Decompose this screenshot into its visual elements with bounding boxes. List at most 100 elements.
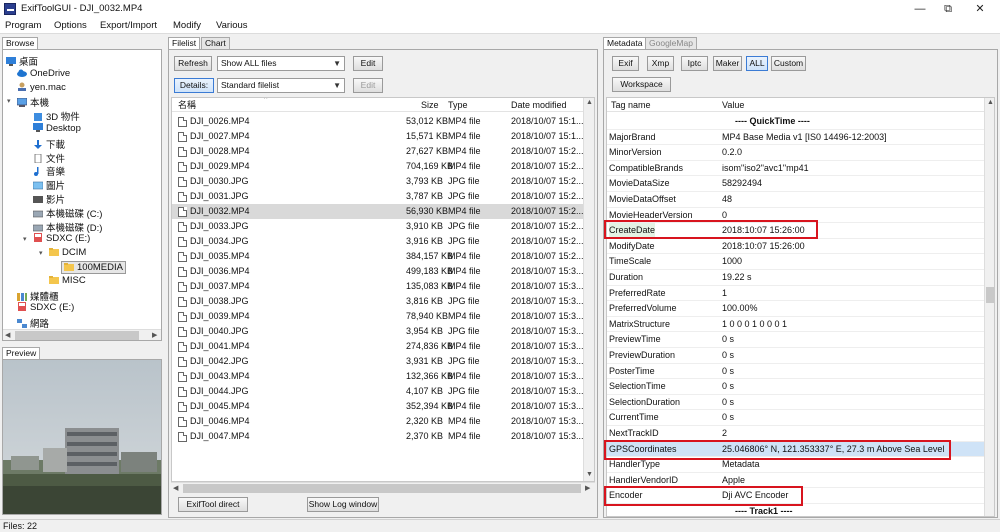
table-row[interactable]: DJI_0037.MP4 135,083 KB MP4 file 2018/10/07… <box>172 279 584 294</box>
scroll-thumb[interactable] <box>986 287 994 303</box>
table-row[interactable]: DJI_0042.JPG 3,931 KB JPG file 2018/10/07 1… <box>172 354 584 369</box>
tree-item[interactable]: 下載 <box>33 137 65 151</box>
tree-item[interactable]: 3D 物件 <box>33 109 80 123</box>
menu-various[interactable]: Various <box>216 20 248 31</box>
table-row[interactable]: DJI_0030.JPG 3,793 KB JPG file 2018/10/07 1… <box>172 174 584 189</box>
table-row[interactable]: DJI_0036.MP4 499,183 KB MP4 file 2018/10/07… <box>172 264 584 279</box>
tree-item[interactable]: Desktop <box>33 123 81 136</box>
file-list-vertical-scrollbar[interactable]: ▲ ▼ <box>583 98 594 481</box>
metadata-row[interactable]: PosterTime 0 s <box>607 364 987 380</box>
table-row[interactable]: DJI_0035.MP4 384,157 KB MP4 file 2018/10/07… <box>172 249 584 264</box>
filter-xmp-button[interactable]: Xmp <box>647 56 674 71</box>
tree-item[interactable]: 桌面 <box>6 54 38 68</box>
expand-arrow-icon[interactable]: ▾ <box>23 235 27 243</box>
file-list-horizontal-scrollbar[interactable]: ◀ ▶ <box>171 482 595 493</box>
workspace-button[interactable]: Workspace <box>612 77 671 92</box>
table-row[interactable]: DJI_0045.MP4 352,394 KB MP4 file 2018/10/07… <box>172 399 584 414</box>
filter-all-button[interactable]: ALL <box>746 56 768 71</box>
tab-googlemap[interactable]: GoogleMap <box>645 37 697 49</box>
metadata-row[interactable]: MovieDataOffset 48 <box>607 192 987 208</box>
metadata-row[interactable]: CurrentTime 0 s <box>607 410 987 426</box>
metadata-row[interactable]: MajorBrand MP4 Base Media v1 [IS0 14496-1… <box>607 130 987 146</box>
table-row[interactable]: DJI_0039.MP4 78,940 KB MP4 file 2018/10/07 … <box>172 309 584 324</box>
column-tag-name[interactable]: Tag name <box>611 98 651 112</box>
tree-item[interactable]: 本機 <box>16 95 49 109</box>
filter-exif-button[interactable]: Exif <box>612 56 639 71</box>
menu-modify[interactable]: Modify <box>173 20 201 31</box>
scroll-right-icon[interactable]: ▶ <box>585 484 590 492</box>
scroll-down-icon[interactable]: ▼ <box>586 471 593 478</box>
scroll-thumb[interactable] <box>15 331 139 340</box>
scroll-up-icon[interactable]: ▲ <box>987 99 994 106</box>
tree-item[interactable]: 本機磁碟 (D:) <box>32 220 102 234</box>
column-date-modified[interactable]: Date modified <box>511 98 567 112</box>
exiftool-direct-button[interactable]: ExifTool direct <box>178 497 248 512</box>
tree-item[interactable]: OneDrive <box>17 68 70 81</box>
table-row[interactable]: DJI_0041.MP4 274,836 KB MP4 file 2018/10/07… <box>172 339 584 354</box>
column-value[interactable]: Value <box>722 98 744 112</box>
metadata-row[interactable]: ModifyDate 2018:10:07 15:26:00 <box>607 239 987 255</box>
metadata-row[interactable]: ---- QuickTime ---- <box>607 114 987 130</box>
tree-item[interactable]: yen.mac <box>17 82 66 95</box>
menu-program[interactable]: Program <box>5 20 41 31</box>
restore-button[interactable]: ⧉ <box>934 1 962 17</box>
tree-item[interactable]: SDXC (E:) <box>33 233 90 246</box>
table-row[interactable]: DJI_0032.MP4 56,930 KB MP4 file 2018/10/07 … <box>172 204 584 219</box>
tree-item[interactable]: DCIM <box>49 247 86 260</box>
table-row[interactable]: DJI_0029.MP4 704,169 KB MP4 file 2018/10/07… <box>172 159 584 174</box>
metadata-row[interactable]: PreviewDuration 0 s <box>607 348 987 364</box>
table-row[interactable]: DJI_0034.JPG 3,916 KB JPG file 2018/10/07 1… <box>172 234 584 249</box>
filter-maker-button[interactable]: Maker <box>713 56 742 71</box>
table-row[interactable]: DJI_0027.MP4 15,571 KB MP4 file 2018/10/07 … <box>172 129 584 144</box>
metadata-row[interactable]: PreviewTime 0 s <box>607 332 987 348</box>
metadata-row[interactable]: MinorVersion 0.2.0 <box>607 145 987 161</box>
tree-item[interactable]: 音樂 <box>33 164 65 178</box>
expand-arrow-icon[interactable]: ▾ <box>7 97 11 105</box>
details-button[interactable]: Details: <box>174 78 214 93</box>
view-select[interactable]: Standard filelist ▼ <box>217 78 345 93</box>
column-size[interactable]: Size <box>421 98 439 112</box>
tree-item[interactable]: 媒體櫃 <box>17 289 59 303</box>
tree-item[interactable]: 文件 <box>33 151 65 165</box>
scroll-right-icon[interactable]: ▶ <box>152 331 157 339</box>
menu-options[interactable]: Options <box>54 20 87 31</box>
tree-item[interactable]: 影片 <box>33 192 65 206</box>
tree-item[interactable]: SDXC (E:) <box>17 302 74 315</box>
table-row[interactable]: DJI_0043.MP4 132,366 KB MP4 file 2018/10/07… <box>172 369 584 384</box>
filter-custom-button[interactable]: Custom <box>771 56 806 71</box>
scroll-left-icon[interactable]: ◀ <box>173 484 178 492</box>
metadata-row[interactable]: MatrixStructure 1 0 0 0 1 0 0 0 1 <box>607 317 987 333</box>
close-button[interactable]: ✕ <box>966 1 994 17</box>
table-row[interactable]: DJI_0047.MP4 2,370 KB MP4 file 2018/10/07 1… <box>172 429 584 444</box>
table-row[interactable]: DJI_0040.JPG 3,954 KB JPG file 2018/10/07 1… <box>172 324 584 339</box>
file-filter-select[interactable]: Show ALL files ▼ <box>217 56 345 71</box>
table-row[interactable]: DJI_0046.MP4 2,320 KB MP4 file 2018/10/07 1… <box>172 414 584 429</box>
filter-iptc-button[interactable]: Iptc <box>681 56 708 71</box>
tree-item[interactable]: 本機磁碟 (C:) <box>32 206 102 220</box>
table-row[interactable]: DJI_0028.MP4 27,627 KB MP4 file 2018/10/07 … <box>172 144 584 159</box>
file-list[interactable]: 名稱 ^ Size Type Date modified DJI_0026.MP… <box>171 97 595 482</box>
scroll-thumb[interactable] <box>183 484 581 493</box>
minimize-button[interactable]: — <box>906 1 934 17</box>
column-name[interactable]: 名稱 <box>178 98 196 112</box>
tree-item[interactable]: 圖片 <box>32 178 65 192</box>
tree-item[interactable]: MISC <box>49 275 86 288</box>
metadata-row[interactable]: TimeScale 1000 <box>607 254 987 270</box>
metadata-row[interactable]: PreferredRate 1 <box>607 286 987 302</box>
edit-filter-button[interactable]: Edit <box>353 56 383 71</box>
tab-chart[interactable]: Chart <box>201 37 230 49</box>
table-row[interactable]: DJI_0038.JPG 3,816 KB JPG file 2018/10/07 1… <box>172 294 584 309</box>
metadata-row[interactable]: PreferredVolume 100.00% <box>607 301 987 317</box>
table-row[interactable]: DJI_0033.JPG 3,910 KB JPG file 2018/10/07 1… <box>172 219 584 234</box>
tree-item[interactable]: 網路 <box>17 316 49 330</box>
scroll-up-icon[interactable]: ▲ <box>586 99 593 106</box>
table-row[interactable]: DJI_0026.MP4 53,012 KB MP4 file 2018/10/07 … <box>172 114 584 129</box>
scroll-left-icon[interactable]: ◀ <box>5 331 10 339</box>
expand-arrow-icon[interactable]: ▾ <box>39 249 43 257</box>
tree-item[interactable]: 100MEDIA <box>61 261 126 274</box>
folder-tree[interactable]: 桌面 OneDrive yen.mac ▾ 本機 3D 物件 Desktop 下載 文件 音樂 圖片… <box>2 49 162 341</box>
menu-export-import[interactable]: Export/Import <box>100 20 157 31</box>
refresh-button[interactable]: Refresh <box>174 56 212 71</box>
metadata-row[interactable]: CompatibleBrands isom"iso2"avc1"mp41 <box>607 161 987 177</box>
metadata-row[interactable]: SelectionDuration 0 s <box>607 395 987 411</box>
